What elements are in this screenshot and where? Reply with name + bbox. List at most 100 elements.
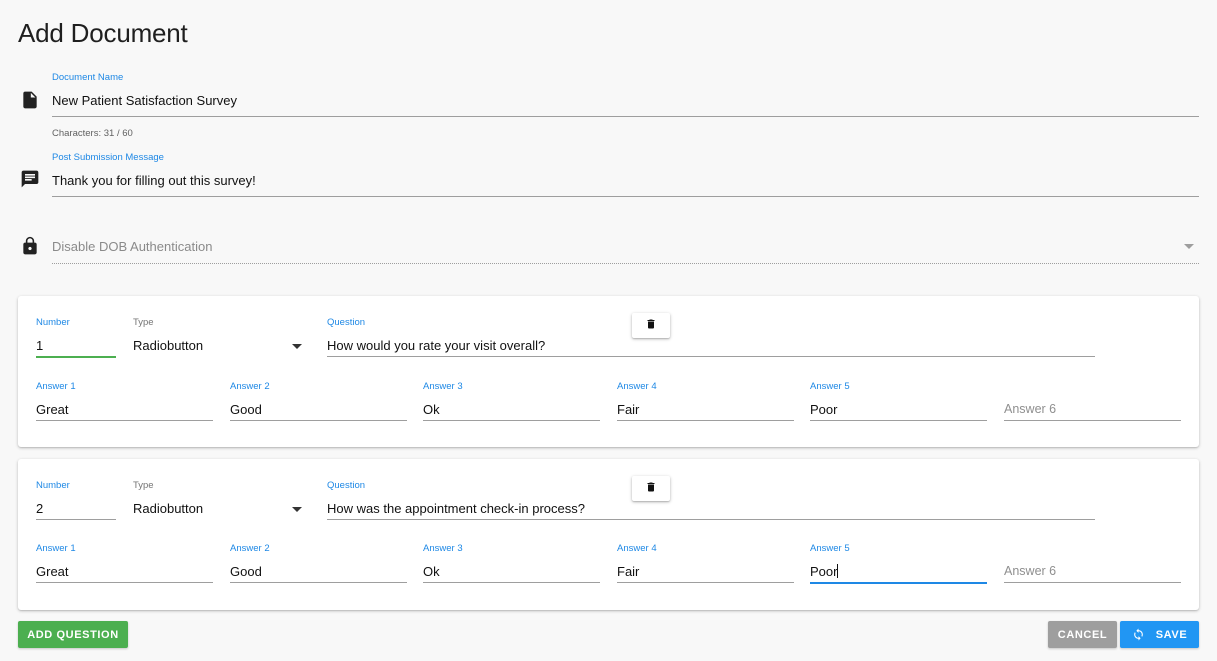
save-label: SAVE [1155,628,1188,641]
answer-field-4[interactable]: Answer 4 Fair [617,381,794,423]
answer-underline [1004,420,1181,421]
save-button[interactable]: SAVE [1120,621,1199,648]
document-name-field[interactable]: Document Name New Patient Satisfaction S… [52,72,1199,144]
question-card-1: Number 1 Type Radiobutton Question How w… [18,296,1199,447]
answer-input-focused[interactable]: Poor [810,564,839,579]
message-icon [20,169,40,189]
answer-label: Answer 3 [423,381,463,392]
chevron-down-icon [292,507,302,512]
answer-label: Answer 2 [230,381,270,392]
number-label: Number [36,317,70,328]
post-message-label: Post Submission Message [52,152,164,163]
answer-label: Answer 5 [810,381,850,392]
question-input[interactable]: How would you rate your visit overall? [327,338,545,353]
answer-input[interactable]: Fair [617,402,639,417]
document-name-input[interactable]: New Patient Satisfaction Survey [52,93,237,108]
answer-field-5[interactable]: Answer 5 Poor [810,543,987,585]
answer-underline [36,582,213,583]
dob-auth-select[interactable]: Disable DOB Authentication [52,228,1199,268]
answer-placeholder: Answer 6 [1004,564,1057,578]
answer-underline [617,582,794,583]
answer-label: Answer 5 [810,543,850,554]
answer-input[interactable]: Great [36,564,69,579]
question-label: Question [327,480,366,491]
answer-field-2[interactable]: Answer 2 Good [230,543,407,585]
answer-input[interactable]: Poor [810,564,837,579]
answer-label: Answer 1 [36,381,76,392]
answer-underline [617,420,794,421]
sync-icon [1132,628,1145,641]
answer-label: Answer 3 [423,543,463,554]
trash-icon [645,317,657,335]
post-message-input[interactable]: Thank you for filling out this survey! [52,173,256,188]
question-card-2: Number 2 Type Radiobutton Question How w… [18,459,1199,610]
answer-input[interactable]: Ok [423,564,440,579]
answer-underline [423,420,600,421]
question-text-field[interactable]: Question How was the appointment check-i… [327,480,1095,522]
cancel-button[interactable]: CANCEL [1048,621,1117,648]
answer-field-5[interactable]: Answer 5 Poor [810,381,987,423]
page-title: Add Document [18,18,188,48]
answer-underline [810,420,987,421]
add-document-page: Add Document Document Name New Patient S… [0,0,1217,661]
question-type-select[interactable]: Type Radiobutton [133,480,312,522]
question-label: Question [327,317,366,328]
chevron-down-icon [292,344,302,349]
question-underline [327,356,1095,357]
answer-underline [423,582,600,583]
question-text-field[interactable]: Question How would you rate your visit o… [327,317,1095,359]
dob-auth-row: Disable DOB Authentication [18,228,1199,268]
answer-underline [230,582,407,583]
answer-input[interactable]: Poor [810,402,837,417]
dob-auth-underline [52,263,1199,264]
document-name-row: Document Name New Patient Satisfaction S… [18,72,1199,144]
type-label: Type [133,480,154,491]
post-message-row: Post Submission Message Thank you for fi… [18,152,1199,202]
answer-field-2[interactable]: Answer 2 Good [230,381,407,423]
text-cursor [837,564,839,578]
chevron-down-icon [1184,244,1194,249]
type-value: Radiobutton [133,501,204,516]
question-number-field[interactable]: Number 2 [36,480,116,522]
answer-placeholder: Answer 6 [1004,402,1057,416]
answer-input[interactable]: Ok [423,402,440,417]
post-message-underline [52,196,1199,197]
question-underline [327,519,1095,520]
document-name-label: Document Name [52,72,124,83]
lock-icon [20,236,40,256]
answer-input[interactable]: Great [36,402,69,417]
question-input[interactable]: How was the appointment check-in process… [327,501,585,516]
add-question-button[interactable]: ADD QUESTION [18,621,128,648]
answer-field-6[interactable]: Answer 6 [1004,381,1181,423]
type-label: Type [133,317,154,328]
answer-field-3[interactable]: Answer 3 Ok [423,543,600,585]
answer-input[interactable]: Good [230,402,262,417]
question-number-field[interactable]: Number 1 [36,317,116,359]
number-label: Number [36,480,70,491]
delete-question-button[interactable] [632,476,670,501]
question-type-select[interactable]: Type Radiobutton [133,317,312,359]
answer-input[interactable]: Fair [617,564,639,579]
answer-label: Answer 1 [36,543,76,554]
file-icon [20,90,40,110]
document-name-underline [52,116,1199,117]
answer-field-6[interactable]: Answer 6 [1004,543,1181,585]
answer-label: Answer 2 [230,543,270,554]
answer-underline-focused [810,582,987,584]
number-input[interactable]: 1 [36,338,43,353]
character-count: Characters: 31 / 60 [52,128,133,139]
trash-icon [645,480,657,498]
number-input[interactable]: 2 [36,501,43,516]
answer-field-1[interactable]: Answer 1 Great [36,543,213,585]
answer-input[interactable]: Good [230,564,262,579]
answer-field-3[interactable]: Answer 3 Ok [423,381,600,423]
answer-label: Answer 4 [617,381,657,392]
answer-underline [36,420,213,421]
answer-field-4[interactable]: Answer 4 Fair [617,543,794,585]
answer-label: Answer 4 [617,543,657,554]
type-value: Radiobutton [133,338,204,353]
delete-question-button[interactable] [632,313,670,338]
post-message-field[interactable]: Post Submission Message Thank you for fi… [52,152,1199,202]
dob-auth-placeholder: Disable DOB Authentication [52,239,213,254]
answer-field-1[interactable]: Answer 1 Great [36,381,213,423]
